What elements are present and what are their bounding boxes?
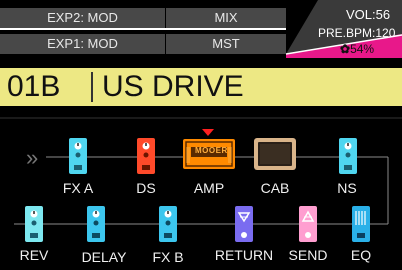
block-label-ns: NS [337, 180, 357, 196]
pedal-icon [69, 138, 87, 174]
block-eq[interactable] [351, 205, 371, 248]
block-label-return: RETURN [214, 247, 274, 263]
block-delay[interactable] [86, 205, 106, 248]
block-fx-a[interactable] [68, 137, 88, 180]
block-label-eq: EQ [350, 247, 372, 263]
patch-name: US DRIVE [102, 70, 244, 103]
gear-icon: ✿ [340, 42, 351, 56]
battery-indicator: ✿54% [340, 42, 374, 56]
block-ns[interactable] [338, 137, 358, 180]
mix-label: MIX [214, 10, 238, 25]
mst-label: MST [212, 36, 240, 51]
pedal-icon [87, 206, 105, 242]
block-label-ds: DS [136, 180, 156, 196]
patch-number: 01B [7, 70, 61, 103]
volume-readout: VOL:56 [346, 7, 391, 22]
return-icon [235, 206, 253, 242]
block-fx-b[interactable] [158, 205, 178, 248]
battery-percent: 54% [350, 42, 375, 56]
block-label-amp: AMP [193, 180, 225, 196]
block-return[interactable] [234, 205, 254, 248]
block-label-delay: DELAY [81, 249, 127, 265]
block-amp[interactable]: MOOER [183, 139, 235, 174]
block-label-cab: CAB [260, 180, 290, 196]
patch-bar[interactable]: 01B US DRIVE [0, 68, 402, 106]
exp1-assign[interactable]: EXP1: MOD [0, 34, 165, 54]
cabinet-icon [254, 138, 296, 170]
block-send[interactable] [298, 205, 318, 248]
block-label-rev: REV [19, 247, 49, 263]
pedal-icon [339, 138, 357, 174]
pedal-icon [159, 206, 177, 242]
block-label-fx-b: FX B [152, 249, 184, 265]
selected-block-marker-icon [202, 129, 214, 136]
block-cab[interactable] [254, 138, 296, 175]
mst-knob-label[interactable]: MST [166, 34, 286, 54]
exp2-label: EXP2: MOD [47, 10, 118, 25]
block-ds[interactable] [136, 137, 156, 180]
header-divider [0, 28, 286, 30]
chain-start-icon: » [26, 145, 39, 170]
amp-brand-logo: MOOER [195, 146, 228, 155]
eq-icon [352, 206, 370, 242]
exp2-assign[interactable]: EXP2: MOD [0, 8, 165, 28]
signal-chain: » FX A DS MOOER AMP CAB NS REV DELAY FX … [0, 117, 402, 270]
send-icon [299, 206, 317, 242]
bpm-readout: PRE.BPM:120 [318, 26, 396, 40]
pedal-icon [25, 206, 43, 242]
pedal-icon [137, 138, 155, 174]
block-rev[interactable] [24, 205, 44, 248]
exp1-label: EXP1: MOD [47, 36, 118, 51]
block-label-fx-a: FX A [62, 180, 94, 196]
patch-divider [91, 72, 93, 102]
mix-knob-label[interactable]: MIX [166, 8, 286, 28]
